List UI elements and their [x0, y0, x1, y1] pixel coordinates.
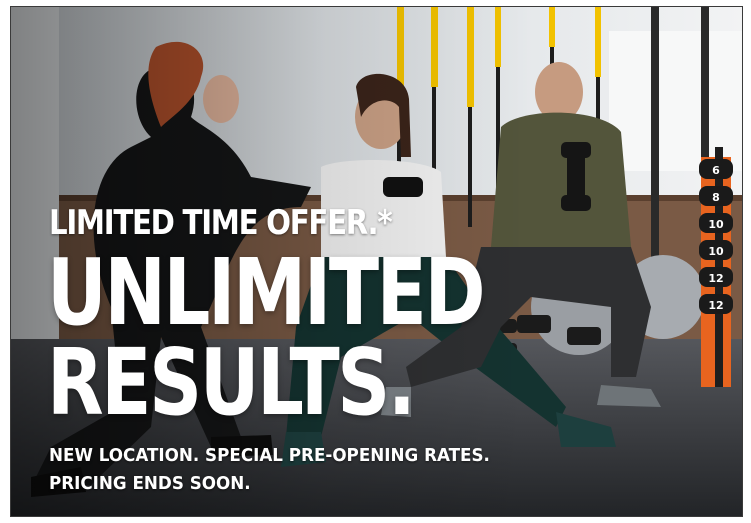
dumbbell-weight-label: 10 — [708, 218, 724, 231]
offer-eyebrow: LIMITED TIME OFFER.* — [49, 203, 393, 243]
dumbbell-weight-label: 6 — [712, 164, 720, 177]
dumbbell-weight-3: 10 — [699, 240, 733, 260]
dumbbell-weight-0: 6 — [699, 159, 733, 179]
ad-banner[interactable]: 6 8 10 10 12 12 LIMITED TIME OFFER.* UNLIMITE… — [10, 6, 743, 517]
subtext-line-1: NEW LOCATION. SPECIAL PRE-OPENING RATES. — [49, 445, 490, 466]
dumbbell-weight-4: 12 — [699, 267, 733, 287]
dumbbell-weight-label: 10 — [708, 245, 724, 258]
headline-line-1: UNLIMITED — [47, 239, 486, 346]
dumbbell-weight-label: 12 — [708, 272, 723, 285]
dumbbell-weight-5: 12 — [699, 294, 733, 314]
dumbbell-weight-label: 8 — [712, 191, 720, 204]
dumbbell-weight-label: 12 — [708, 299, 723, 312]
subtext-line-2: PRICING ENDS SOON. — [49, 473, 251, 494]
dumbbell-weight-1: 8 — [699, 186, 733, 206]
headline-line-2: RESULTS. — [47, 329, 416, 436]
dumbbell-weight-2: 10 — [699, 213, 733, 233]
